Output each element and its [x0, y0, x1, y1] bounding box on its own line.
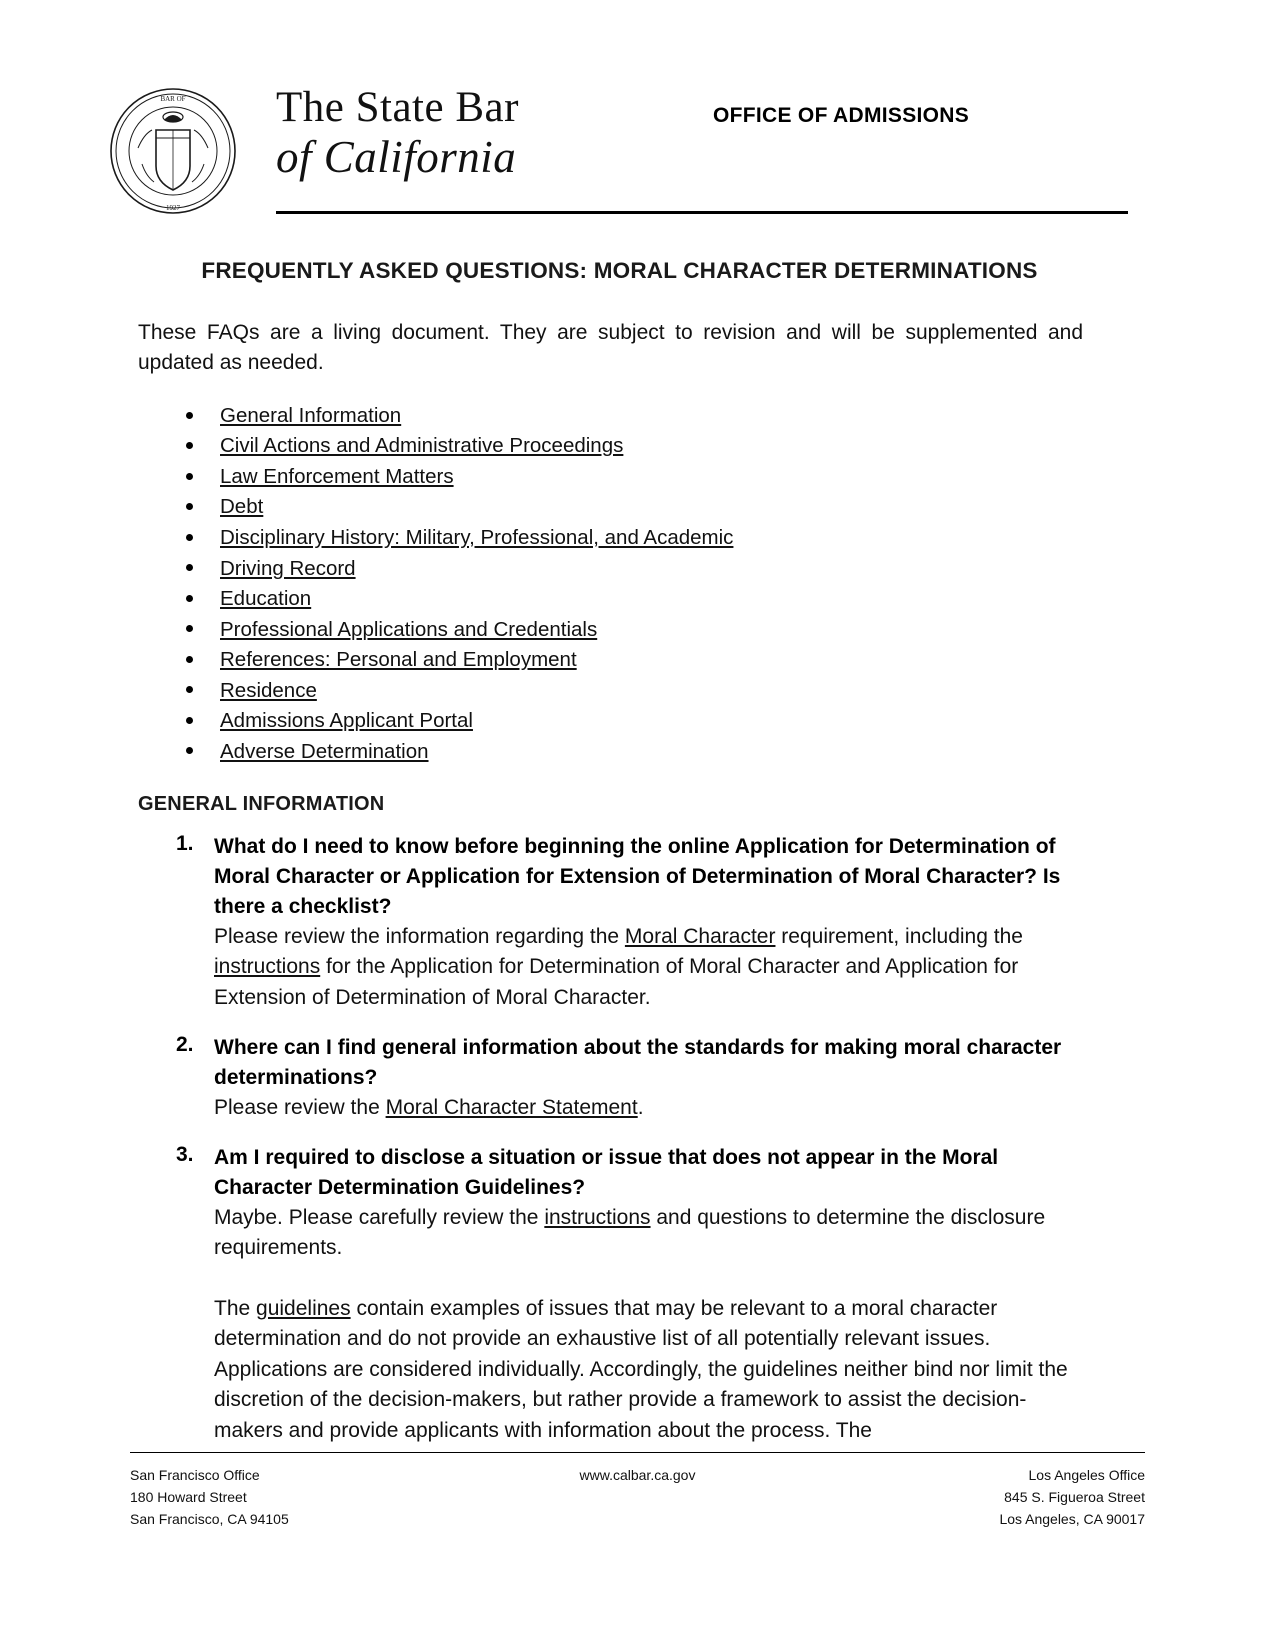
- toc-link-3[interactable]: Debt: [220, 495, 263, 518]
- inline-link[interactable]: Moral Character Statement: [386, 1096, 638, 1119]
- bullet-icon: [186, 686, 193, 694]
- answer-text: Please review the: [214, 1095, 386, 1119]
- inline-link[interactable]: guidelines: [256, 1297, 351, 1320]
- faq-number: 2.: [176, 1033, 194, 1056]
- list-item: Professional Applications and Credential…: [138, 615, 1083, 646]
- answer-text: Maybe. Please carefully review the: [214, 1205, 545, 1229]
- footer-sf-city: San Francisco, CA 94105: [130, 1511, 289, 1528]
- footer-la-city: Los Angeles, CA 90017: [999, 1511, 1145, 1528]
- faq-answer: Maybe. Please carefully review the instr…: [214, 1203, 1083, 1264]
- toc-link-8[interactable]: References: Personal and Employment: [220, 648, 577, 671]
- list-item: Admissions Applicant Portal: [138, 706, 1083, 737]
- document-page: BAR OF 1927 The State Bar of California …: [0, 0, 1275, 1650]
- bullet-icon: [186, 716, 193, 724]
- footer-la-street: 845 S. Figueroa Street: [1004, 1489, 1145, 1506]
- bullet-icon: [186, 472, 193, 480]
- list-item: Disciplinary History: Military, Professi…: [138, 523, 1083, 554]
- answer-text: for the Application for Determination of…: [214, 955, 1019, 1009]
- toc-link-10[interactable]: Admissions Applicant Portal: [220, 709, 473, 732]
- section-heading-general-information: GENERAL INFORMATION: [138, 793, 385, 816]
- faq-item: 1. What do I need to know before beginnin…: [138, 832, 1083, 1013]
- footer-los-angeles-office: Los Angeles Office 845 S. Figueroa Stree…: [999, 1464, 1145, 1530]
- list-item: Debt: [138, 492, 1083, 523]
- list-item: Adverse Determination: [138, 737, 1083, 768]
- brand-line-2: of California: [276, 132, 517, 182]
- list-item: Civil Actions and Administrative Proceed…: [138, 431, 1083, 462]
- office-title: OFFICE OF ADMISSIONS: [713, 104, 970, 127]
- faq-question: What do I need to know before beginning …: [214, 835, 1061, 918]
- toc-link-7[interactable]: Professional Applications and Credential…: [220, 618, 597, 641]
- faq-item: 2. Where can I find general information a…: [138, 1033, 1083, 1123]
- toc-link-6[interactable]: Education: [220, 587, 311, 610]
- bullet-icon: [186, 533, 193, 541]
- svg-text:BAR OF: BAR OF: [160, 95, 185, 103]
- bullet-icon: [186, 747, 193, 755]
- inline-link[interactable]: instructions: [544, 1206, 650, 1229]
- faq-question: Am I required to disclose a situation or…: [214, 1146, 999, 1199]
- svg-text:1927: 1927: [166, 204, 181, 212]
- list-item: Driving Record: [138, 554, 1083, 585]
- masthead: BAR OF 1927 The State Bar of California …: [108, 78, 1128, 228]
- bullet-icon: [186, 625, 193, 633]
- toc-link-5[interactable]: Driving Record: [220, 557, 356, 580]
- state-bar-seal-icon: BAR OF 1927: [108, 86, 238, 216]
- faq-list: 1. What do I need to know before beginnin…: [138, 832, 1083, 1446]
- answer-text: The: [214, 1297, 257, 1320]
- toc-link-2[interactable]: Law Enforcement Matters: [220, 465, 454, 488]
- brand-line-1: The State Bar: [276, 84, 519, 131]
- faq-answer-continued: The guidelines contain examples of issue…: [214, 1294, 1083, 1446]
- list-item: Residence: [138, 676, 1083, 707]
- intro-paragraph: These FAQs are a living document. They a…: [138, 321, 1083, 375]
- faq-item: 3. Am I required to disclose a situation …: [138, 1143, 1083, 1446]
- bullet-icon: [186, 594, 193, 602]
- answer-text: .: [637, 1095, 644, 1119]
- footer-la-name: Los Angeles Office: [1028, 1467, 1145, 1483]
- answer-text: requirement, including the: [775, 924, 1023, 948]
- faq-number: 1.: [176, 832, 194, 856]
- document-content: FREQUENTLY ASKED QUESTIONS: MORAL CHARAC…: [138, 258, 1083, 1466]
- inline-link[interactable]: instructions: [214, 955, 320, 978]
- list-item: References: Personal and Employment: [138, 645, 1083, 676]
- footer-sf-street: 180 Howard Street: [130, 1489, 247, 1506]
- list-item: Education: [138, 584, 1083, 615]
- faq-number: 3.: [176, 1143, 194, 1167]
- faq-question: Where can I find general information abo…: [214, 1036, 1062, 1089]
- answer-text: Please review the information regarding …: [214, 924, 625, 948]
- brand-wordmark: The State Bar of California: [276, 86, 706, 180]
- list-item: Law Enforcement Matters: [138, 462, 1083, 493]
- toc-link-0[interactable]: General Information: [220, 404, 401, 427]
- bullet-icon: [186, 442, 193, 450]
- bullet-icon: [186, 564, 193, 572]
- toc-link-9[interactable]: Residence: [220, 679, 317, 702]
- bullet-icon: [186, 655, 193, 663]
- table-of-contents: General Information Civil Actions and Adm…: [138, 401, 1083, 767]
- faq-answer: Please review the information regarding …: [214, 922, 1083, 1013]
- toc-link-11[interactable]: Adverse Determination: [220, 740, 429, 763]
- footer-website[interactable]: www.calbar.ca.gov: [130, 1464, 1145, 1486]
- page-footer: San Francisco Office 180 Howard Street S…: [130, 1452, 1145, 1562]
- toc-link-1[interactable]: Civil Actions and Administrative Proceed…: [220, 434, 623, 457]
- toc-link-4[interactable]: Disciplinary History: Military, Professi…: [220, 526, 733, 549]
- list-item: General Information: [138, 401, 1083, 432]
- masthead-divider: [276, 211, 1128, 214]
- footer-divider: [130, 1452, 1145, 1453]
- inline-link[interactable]: Moral Character: [625, 925, 776, 948]
- bullet-icon: [186, 411, 193, 419]
- page-title: FREQUENTLY ASKED QUESTIONS: MORAL CHARAC…: [201, 258, 1038, 283]
- bullet-icon: [186, 503, 193, 511]
- faq-answer: Please review the Moral Character Statem…: [214, 1093, 1083, 1123]
